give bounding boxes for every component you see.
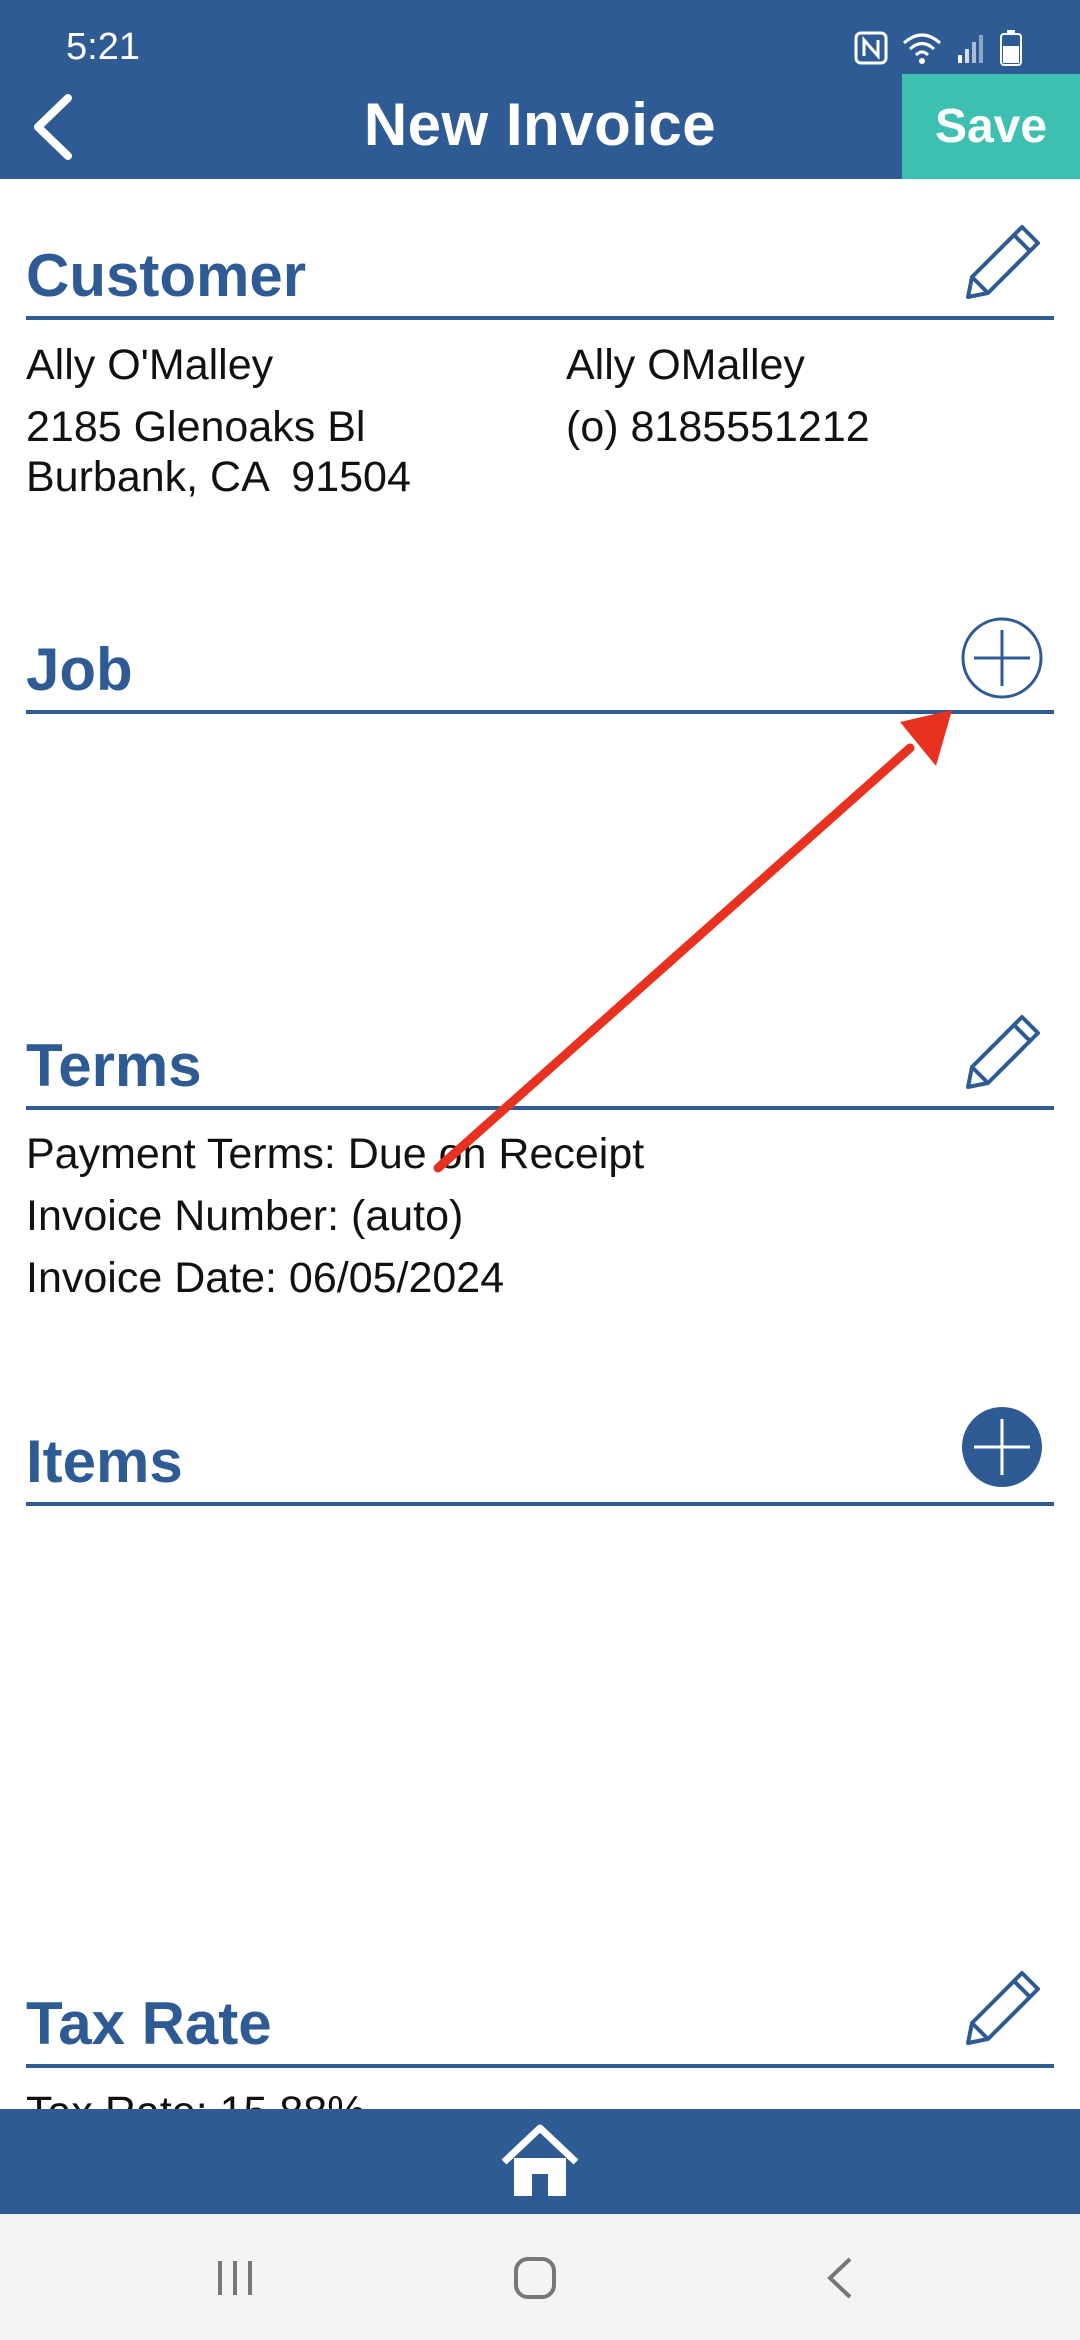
section-divider <box>26 316 1054 320</box>
job-section-title: Job <box>26 636 133 703</box>
customer-address-line1: 2185 Glenoaks Bl <box>26 403 366 451</box>
section-divider <box>26 1502 1054 1506</box>
pencil-icon[interactable] <box>960 1967 1044 2051</box>
customer-contact-phone: (o) 8185551212 <box>566 403 870 451</box>
section-divider <box>26 1106 1054 1110</box>
recents-icon[interactable] <box>212 2255 258 2301</box>
wifi-icon <box>903 33 941 64</box>
plus-circle-outline-icon[interactable] <box>960 616 1044 700</box>
pencil-icon[interactable] <box>960 221 1044 305</box>
battery-icon <box>1000 30 1022 66</box>
tax-rate-value: Tax Rate: 15.88% <box>26 2088 365 2109</box>
plus-circle-filled-icon[interactable] <box>960 1405 1044 1489</box>
status-icons <box>854 28 1022 68</box>
customer-section-title: Customer <box>26 242 307 309</box>
status-time: 5:21 <box>66 26 140 68</box>
tax-section: Tax Rate Tax Rate: 15.88% <box>26 1933 1054 2109</box>
tax-section-title: Tax Rate <box>26 1990 272 2057</box>
items-section: Items <box>26 1371 1054 1771</box>
terms-section: Terms Payment Terms: Due on Receipt Invo… <box>26 975 1054 1335</box>
customer-name: Ally O'Malley <box>26 341 274 389</box>
invoice-date: Invoice Date: 06/05/2024 <box>26 1254 505 1302</box>
section-divider <box>26 710 1054 714</box>
home-icon[interactable] <box>500 2124 580 2200</box>
job-section: Job <box>26 579 1054 879</box>
signal-icon <box>958 35 983 63</box>
items-section-title: Items <box>26 1428 183 1495</box>
customer-address-line2: Burbank, CA 91504 <box>26 453 411 501</box>
save-button[interactable]: Save <box>902 74 1080 179</box>
customer-section: Customer Ally O'Malley 2185 Glenoaks Bl … <box>26 179 1054 539</box>
home-square-icon[interactable] <box>512 2255 558 2301</box>
invoice-number: Invoice Number: (auto) <box>26 1192 464 1240</box>
nfc-icon <box>854 31 888 65</box>
customer-contact-name: Ally OMalley <box>566 341 805 389</box>
section-divider <box>26 2064 1054 2068</box>
invoice-form[interactable]: Customer Ally O'Malley 2185 Glenoaks Bl … <box>0 179 1080 2109</box>
payment-terms: Payment Terms: Due on Receipt <box>26 1130 645 1178</box>
pencil-icon[interactable] <box>960 1011 1044 1095</box>
back-chevron-icon[interactable] <box>818 2255 864 2301</box>
terms-section-title: Terms <box>26 1032 202 1099</box>
